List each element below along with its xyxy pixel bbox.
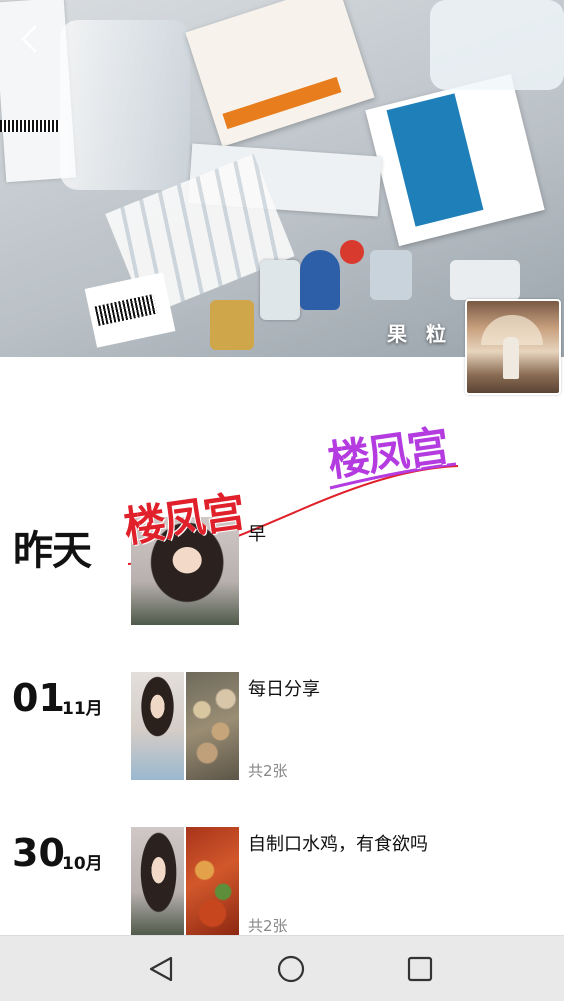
post-text[interactable]: 早 [248,520,266,546]
photo-count: 共2张 [248,762,288,780]
system-nav-bar [0,935,564,1001]
date-month: 11月 [62,699,103,719]
back-button[interactable] [14,22,44,56]
avatar[interactable] [465,299,561,395]
nav-home-button[interactable] [274,952,308,986]
photo-count: 共2张 [248,917,288,935]
triangle-back-icon [149,956,173,982]
date-month: 10月 [62,854,103,874]
post-photo[interactable] [186,672,239,780]
circle-home-icon [277,955,305,983]
post-photo[interactable] [131,672,184,780]
date-day: 30 [12,831,65,875]
post-text[interactable]: 自制口水鸡，有食欲吗 [248,830,428,856]
post-photo[interactable] [131,827,184,935]
nav-back-button[interactable] [144,952,178,986]
profile-name: 果 粒 [387,318,452,347]
date-day: 01 [12,676,65,720]
post-photo[interactable] [186,827,239,935]
post-text[interactable]: 每日分享 [248,675,320,701]
square-recent-icon [407,956,433,982]
post-photo[interactable] [131,517,239,625]
profile-name-text: 果 粒 [387,322,452,346]
watermark-text-purple: 楼凤宫 [324,420,451,487]
chevron-left-icon [21,25,37,53]
date-label-yesterday: 昨天 [13,528,92,574]
nav-recent-button[interactable] [403,952,437,986]
